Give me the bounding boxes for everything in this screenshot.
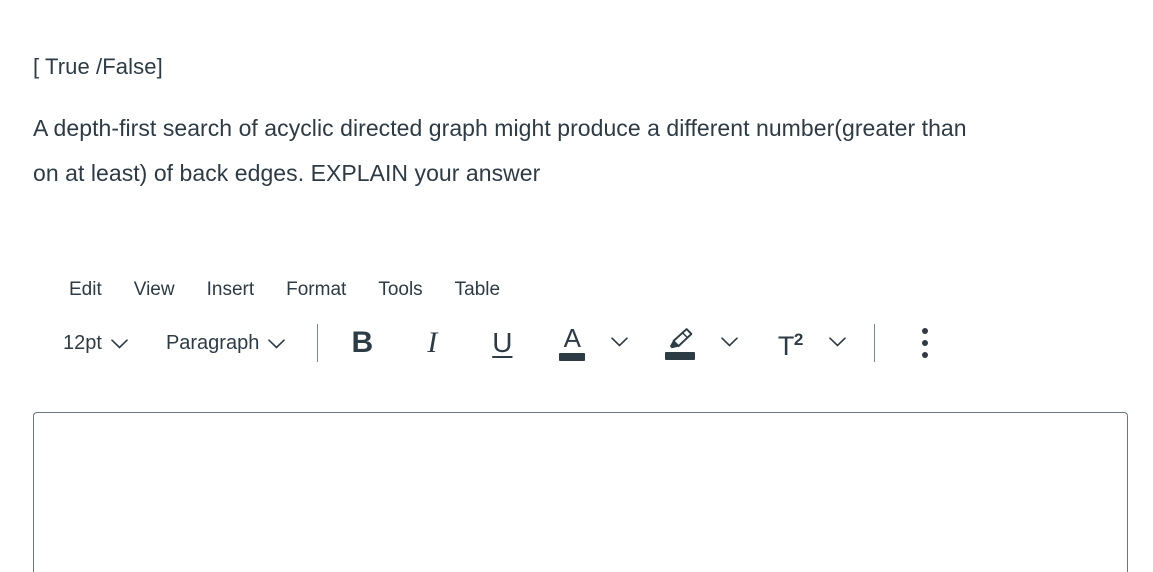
italic-icon: I xyxy=(427,328,437,358)
menu-item-view[interactable]: View xyxy=(120,277,189,303)
superscript-icon: T2 xyxy=(778,326,803,360)
superscript-button[interactable]: T2 xyxy=(768,321,812,365)
bold-icon: B xyxy=(352,328,374,358)
text-color-letter: A xyxy=(564,326,581,350)
superscript-dropdown-button[interactable] xyxy=(822,321,852,365)
superscript-base: T xyxy=(778,331,794,361)
text-color-dropdown-button[interactable] xyxy=(604,321,634,365)
question-type-label: [ True /False] xyxy=(33,52,1093,82)
text-color-swatch xyxy=(559,353,585,361)
question-text: A depth-first search of acyclic directed… xyxy=(33,106,973,196)
underline-button[interactable]: U xyxy=(480,321,524,365)
menu-item-table[interactable]: Table xyxy=(441,277,514,303)
more-options-button[interactable] xyxy=(905,321,945,365)
rich-content-editor: Edit View Insert Format Tools Table 12pt… xyxy=(33,268,1128,374)
editor-menubar: Edit View Insert Format Tools Table xyxy=(33,268,1128,312)
italic-button[interactable]: I xyxy=(410,321,454,365)
menu-item-format[interactable]: Format xyxy=(272,277,360,303)
font-size-select[interactable]: 12pt xyxy=(55,327,136,359)
editor-content-area[interactable] xyxy=(33,412,1128,572)
chevron-down-icon xyxy=(268,331,285,355)
block-format-select[interactable]: Paragraph xyxy=(158,327,293,359)
bold-button[interactable]: B xyxy=(340,321,384,365)
underline-icon: U xyxy=(492,329,512,357)
font-size-value: 12pt xyxy=(63,331,102,355)
chevron-down-icon xyxy=(721,334,738,352)
text-color-button[interactable]: A xyxy=(550,321,594,365)
editor-toolbar: 12pt Paragraph B I U xyxy=(33,312,1128,374)
highlight-color-button[interactable] xyxy=(658,321,702,365)
block-format-value: Paragraph xyxy=(166,331,259,355)
chevron-down-icon xyxy=(829,334,846,352)
kebab-dot xyxy=(922,328,928,334)
toolbar-divider xyxy=(874,324,875,362)
text-color-icon: A xyxy=(559,326,585,361)
highlight-color-dropdown-button[interactable] xyxy=(714,321,744,365)
question-prompt: [ True /False] A depth-first search of a… xyxy=(33,52,1093,196)
menu-item-insert[interactable]: Insert xyxy=(193,277,269,303)
highlight-color-swatch xyxy=(665,352,695,360)
menu-item-tools[interactable]: Tools xyxy=(364,277,436,303)
chevron-down-icon xyxy=(611,334,628,352)
toolbar-divider xyxy=(317,324,318,362)
kebab-dot xyxy=(922,340,928,346)
chevron-down-icon xyxy=(111,331,128,355)
kebab-dot xyxy=(922,352,928,358)
superscript-exponent: 2 xyxy=(794,330,803,349)
menu-item-edit[interactable]: Edit xyxy=(55,277,116,303)
highlighter-pen-icon xyxy=(665,327,695,360)
